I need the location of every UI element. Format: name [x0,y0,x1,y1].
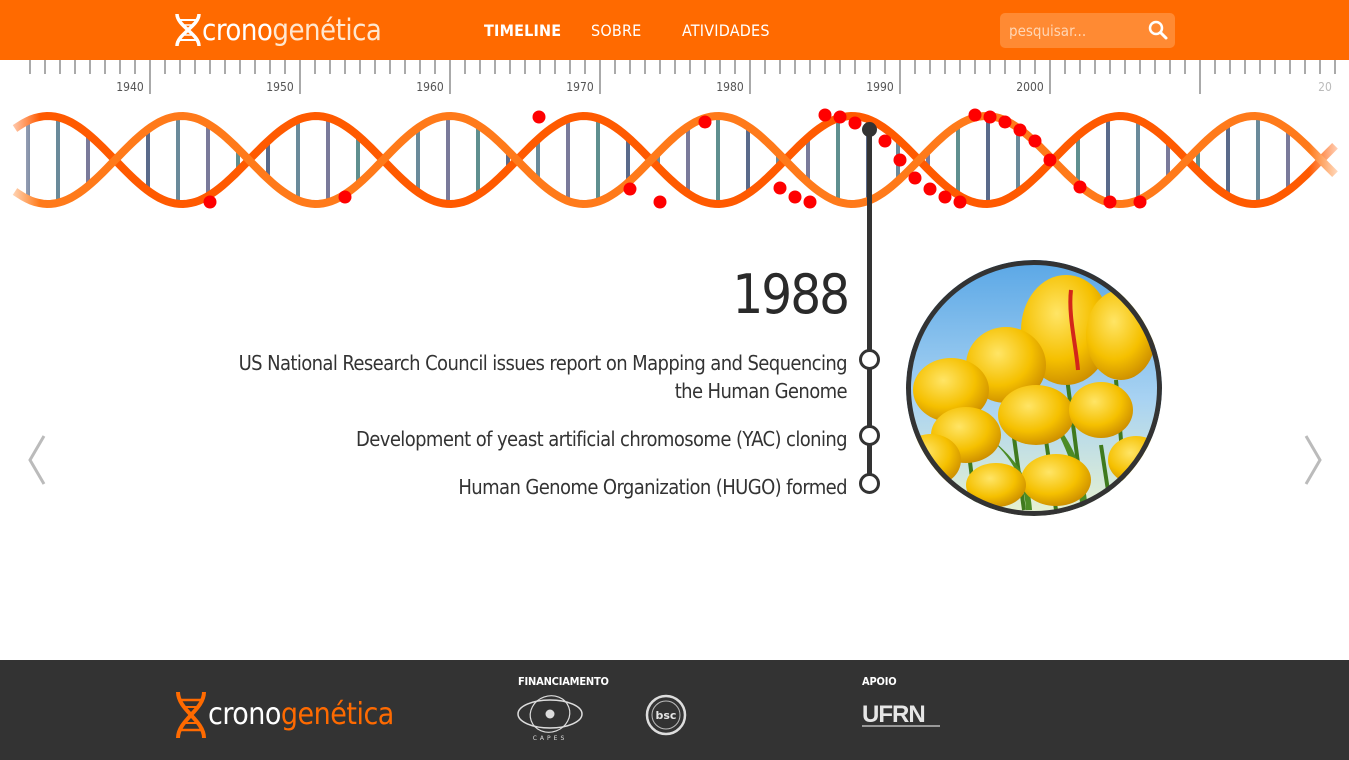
capes-logo-icon[interactable]: CAPES [516,690,584,742]
dna-event-marker[interactable] [203,195,217,209]
dna-event-marker[interactable] [938,190,952,204]
dna-event-marker[interactable] [923,182,937,196]
dna-event-marker[interactable] [803,195,817,209]
search-icon[interactable] [1147,19,1169,41]
logo-text-genetica: genética [272,13,382,47]
event-node[interactable] [859,473,880,494]
ruler-label-1990: 1990 [866,80,894,94]
dna-event-marker[interactable] [983,110,997,124]
dna-logo-icon [176,691,206,739]
dna-event-marker[interactable] [908,171,922,185]
bsc-logo-icon[interactable]: bsc [645,694,687,736]
dna-event-marker[interactable] [848,116,862,130]
dna-event-marker[interactable] [998,115,1012,129]
event-item[interactable]: Development of yeast artificial chromoso… [207,425,848,453]
dna-logo-icon [175,13,201,47]
event-year: 1988 [732,263,850,326]
dna-event-marker[interactable] [773,181,787,195]
nav-sobre[interactable]: SOBRE [591,20,682,42]
apoio-heading: APOIO [862,675,897,688]
search-box [1000,13,1175,48]
dna-event-marker[interactable] [1028,134,1042,148]
dna-event-marker[interactable] [893,153,907,167]
dna-event-marker[interactable] [698,115,712,129]
dna-event-marker[interactable] [1103,195,1117,209]
dna-event-marker[interactable] [623,182,637,196]
bsc-label: bsc [656,709,677,722]
event-item[interactable]: Human Genome Organization (HUGO) formed [207,473,847,501]
event-photo-yellow-tulips [906,260,1162,516]
dna-event-marker[interactable] [1013,123,1027,137]
ruler-label-1950: 1950 [266,80,294,94]
dna-event-marker[interactable] [788,190,802,204]
chevron-right-icon[interactable] [1300,432,1324,488]
event-node[interactable] [859,349,880,370]
main-nav: TIMELINE SOBRE ATIVIDADES [484,20,772,42]
dna-event-marker[interactable] [1073,180,1087,194]
ufrn-logo-icon[interactable]: UFRN [862,700,942,730]
ruler-label-1980: 1980 [716,80,744,94]
chevron-left-icon[interactable] [26,432,50,488]
ruler-label-1940: 1940 [116,80,144,94]
dna-event-marker[interactable] [338,190,352,204]
year-ruler[interactable]: 1940 1950 1960 1970 1980 1990 2000 20 [0,60,1349,100]
financiamento-heading: FINANCIAMENTO [518,675,609,688]
event-item[interactable]: US National Research Council issues repo… [207,349,848,405]
dna-event-marker[interactable] [878,134,892,148]
dna-event-marker[interactable] [653,195,667,209]
ruler-label-2000: 2000 [1016,80,1044,94]
ufrn-label: UFRN [862,701,925,728]
event-node[interactable] [859,425,880,446]
capes-label: CAPES [533,735,568,742]
ruler-label-1960: 1960 [416,80,444,94]
timeline-selected-marker [862,122,877,137]
dna-event-marker[interactable] [968,108,982,122]
dna-event-marker[interactable] [1043,153,1057,167]
dna-event-marker[interactable] [532,110,546,124]
footer-brand-logo[interactable]: crono genética [174,690,394,740]
nav-atividades[interactable]: ATIVIDADES [682,20,772,42]
top-bar: crono genética TIMELINE SOBRE ATIVIDADES [0,0,1349,60]
search-input[interactable] [1000,13,1149,48]
logo-text-genetica: genética [280,697,394,732]
logo-text-crono: crono [202,13,273,47]
dna-event-marker[interactable] [833,110,847,124]
dna-event-marker[interactable] [818,108,832,122]
brand-logo[interactable]: crono genética [174,12,382,48]
nav-timeline[interactable]: TIMELINE [484,20,591,42]
logo-text-crono: crono [208,697,281,732]
dna-timeline-helix[interactable] [0,100,1349,220]
dna-event-marker[interactable] [953,195,967,209]
ruler-label-2010: 20 [1318,80,1332,94]
ruler-label-1970: 1970 [566,80,594,94]
dna-event-marker[interactable] [1133,195,1147,209]
